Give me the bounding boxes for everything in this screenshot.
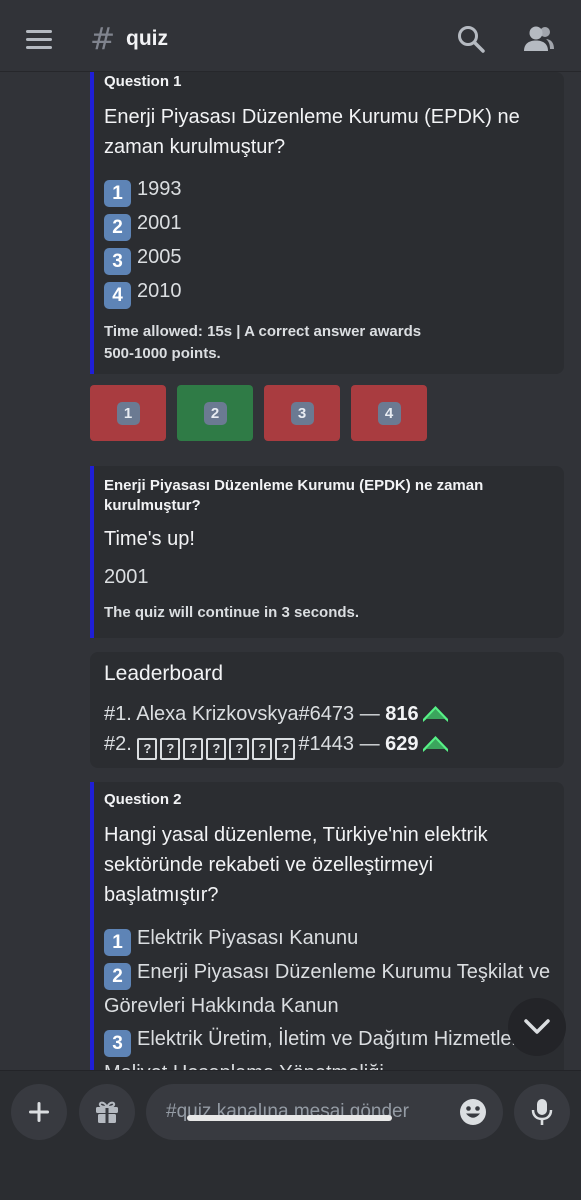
question-title: Hangi yasal düzenleme, Türkiye'nin elekt… (104, 824, 488, 906)
keycap-1-icon: 1 (104, 180, 131, 207)
question-embed: Question 2 Hangi yasal düzenleme, Türkiy… (90, 782, 564, 1070)
time-allowed-text: Time allowed: 15s | A correct answer awa… (104, 323, 422, 362)
menu-icon[interactable] (26, 30, 52, 50)
unknown-glyph-icon: ? (206, 738, 227, 760)
answer-button-1[interactable]: 1 (90, 385, 166, 441)
option-item: 3 Elektrik Üretim, İletim ve Dağıtım Hizm… (104, 1023, 554, 1070)
chevron-down-icon (524, 1019, 550, 1034)
unknown-glyph-icon: ? (183, 738, 204, 760)
option-item: 2 Enerji Piyasası Düzenleme Kurumu Teşkil… (104, 961, 551, 1017)
unknown-glyph-icon: ? (160, 738, 181, 760)
question-embed: Question 1 Enerji Piyasası Düzenleme Kur… (90, 72, 564, 374)
trend-up-icon (422, 706, 448, 722)
add-attachment-button[interactable] (11, 1084, 67, 1140)
keycap-2-icon: 2 (104, 214, 131, 241)
keycap-4-icon: 4 (377, 401, 401, 425)
trend-up-icon (422, 736, 448, 752)
question-label: Question 2 (104, 791, 182, 808)
answer-button-4[interactable]: 4 (351, 385, 427, 441)
keycap-4-icon: 4 (104, 282, 131, 309)
option-item: 3 2005 (104, 241, 182, 275)
emoji-icon[interactable] (459, 1098, 487, 1126)
keycap-3-icon: 3 (290, 401, 314, 425)
options-list: 1 Elektrik Piyasası Kanunu 2 Enerji Piyasa… (104, 922, 554, 1070)
option-item: 1 1993 (104, 173, 182, 207)
leaderboard-row: #1. Alexa Krizkovskya#6473 — 816 (104, 699, 449, 729)
message-list[interactable]: Question 1 Enerji Piyasası Düzenleme Kur… (0, 72, 581, 1070)
home-indicator (187, 1115, 392, 1121)
correct-answer: 2001 (104, 566, 149, 588)
result-embed: Enerji Piyasası Düzenleme Kurumu (EPDK) … (90, 466, 564, 638)
options-list: 1 1993 2 2001 3 2005 4 2010 (104, 173, 182, 309)
channel-title[interactable]: quiz (126, 27, 168, 51)
voice-message-button[interactable] (514, 1084, 570, 1140)
unknown-glyph-icon: ? (137, 738, 158, 760)
leaderboard-embed: Leaderboard #1. Alexa Krizkovskya#6473 —… (90, 652, 564, 768)
unknown-glyph-icon: ? (252, 738, 273, 760)
keycap-3-icon: 3 (104, 1030, 131, 1057)
leaderboard-title: Leaderboard (104, 662, 224, 685)
keycap-1-icon: 1 (104, 929, 131, 956)
keycap-2-icon: 2 (203, 401, 227, 425)
option-item: 1 Elektrik Piyasası Kanunu (104, 922, 554, 956)
unknown-glyph-icon: ? (275, 738, 296, 760)
channel-header: # quiz (0, 0, 581, 72)
continue-text: The quiz will continue in 3 seconds. (104, 604, 360, 621)
question-title: Enerji Piyasası Düzenleme Kurumu (EPDK) … (104, 106, 520, 158)
plus-icon (29, 1102, 49, 1122)
message-composer: #quiz kanalına mesaj gönder (0, 1070, 581, 1200)
keycap-3-icon: 3 (104, 248, 131, 275)
keycap-1-icon: 1 (116, 401, 140, 425)
question-label: Question 1 (104, 73, 182, 90)
option-item: 4 2010 (104, 275, 182, 309)
answer-button-3[interactable]: 3 (264, 385, 340, 441)
microphone-icon (531, 1099, 553, 1125)
members-icon[interactable] (522, 24, 556, 54)
message-input[interactable]: #quiz kanalına mesaj gönder (146, 1084, 503, 1140)
gift-icon (96, 1101, 118, 1123)
result-question: Enerji Piyasası Düzenleme Kurumu (EPDK) … (104, 477, 484, 514)
result-headline: Time's up! (104, 528, 195, 550)
hash-icon: # (90, 22, 116, 57)
gift-button[interactable] (79, 1084, 135, 1140)
keycap-2-icon: 2 (104, 963, 131, 990)
scroll-to-bottom-button[interactable] (508, 998, 566, 1056)
unknown-glyph-icon: ? (229, 738, 250, 760)
leaderboard-row: #2. ??????? #1443 — 629 (104, 729, 449, 760)
search-icon[interactable] (456, 24, 486, 54)
answer-button-2[interactable]: 2 (177, 385, 253, 441)
option-item: 2 2001 (104, 207, 182, 241)
